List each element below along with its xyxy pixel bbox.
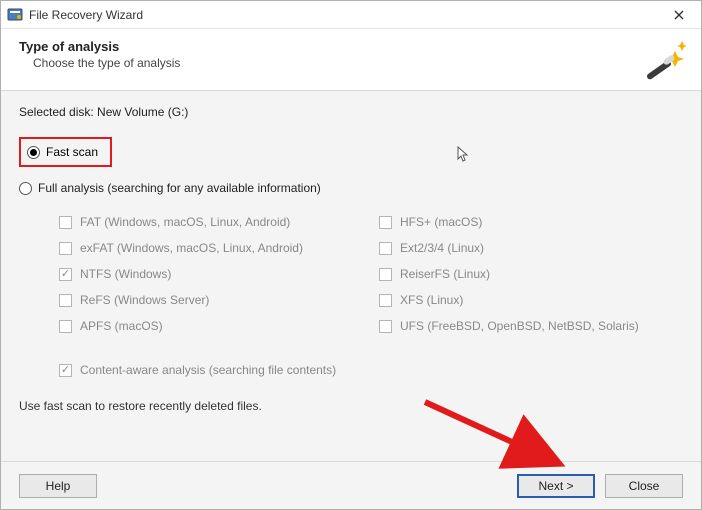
full-analysis-radio[interactable] xyxy=(19,182,32,195)
window-close-button[interactable] xyxy=(657,1,701,29)
mouse-cursor-icon xyxy=(456,146,472,162)
fast-scan-highlight: Fast scan xyxy=(19,137,112,167)
checkbox-icon xyxy=(59,268,72,281)
checkbox-icon xyxy=(59,294,72,307)
window-title: File Recovery Wizard xyxy=(29,8,657,22)
fs-apfs: APFS (macOS) xyxy=(59,313,379,339)
next-button[interactable]: Next > xyxy=(517,474,595,498)
checkbox-icon xyxy=(59,242,72,255)
fs-exfat: exFAT (Windows, macOS, Linux, Android) xyxy=(59,235,379,261)
filesystems-col-left: FAT (Windows, macOS, Linux, Android) exF… xyxy=(59,209,379,339)
checkbox-icon xyxy=(59,216,72,229)
fs-hfs: HFS+ (macOS) xyxy=(379,209,639,235)
fast-scan-radio[interactable] xyxy=(27,146,40,159)
wizard-wand-icon xyxy=(639,37,687,85)
checkbox-icon xyxy=(59,364,72,377)
checkbox-icon xyxy=(379,268,392,281)
checkbox-icon xyxy=(379,242,392,255)
filesystems-col-right: HFS+ (macOS) Ext2/3/4 (Linux) ReiserFS (… xyxy=(379,209,639,339)
content-aware-label: Content-aware analysis (searching file c… xyxy=(80,363,336,377)
close-button[interactable]: Close xyxy=(605,474,683,498)
content-aware-option: Content-aware analysis (searching file c… xyxy=(59,363,683,377)
fs-ext: Ext2/3/4 (Linux) xyxy=(379,235,639,261)
titlebar: File Recovery Wizard xyxy=(1,1,701,29)
app-icon xyxy=(7,7,23,23)
checkbox-icon xyxy=(379,294,392,307)
selected-disk-label: Selected disk: New Volume (G:) xyxy=(19,105,683,119)
page-title: Type of analysis xyxy=(19,39,683,54)
fs-ufs: UFS (FreeBSD, OpenBSD, NetBSD, Solaris) xyxy=(379,313,639,339)
wizard-footer: Help Next > Close xyxy=(1,461,701,509)
fs-refs: ReFS (Windows Server) xyxy=(59,287,379,313)
page-subtitle: Choose the type of analysis xyxy=(33,56,683,70)
fast-scan-label[interactable]: Fast scan xyxy=(46,145,98,159)
hint-text: Use fast scan to restore recently delete… xyxy=(19,399,683,413)
fs-fat: FAT (Windows, macOS, Linux, Android) xyxy=(59,209,379,235)
full-analysis-option[interactable]: Full analysis (searching for any availab… xyxy=(19,181,683,195)
fs-xfs: XFS (Linux) xyxy=(379,287,639,313)
checkbox-icon xyxy=(379,320,392,333)
wizard-header: Type of analysis Choose the type of anal… xyxy=(1,29,701,91)
wizard-body: Selected disk: New Volume (G:) Fast scan… xyxy=(1,91,701,461)
wizard-window: File Recovery Wizard Type of analysis Ch… xyxy=(0,0,702,510)
fs-reiserfs: ReiserFS (Linux) xyxy=(379,261,639,287)
checkbox-icon xyxy=(379,216,392,229)
fs-ntfs: NTFS (Windows) xyxy=(59,261,379,287)
full-analysis-label: Full analysis (searching for any availab… xyxy=(38,181,321,195)
filesystems-grid: FAT (Windows, macOS, Linux, Android) exF… xyxy=(59,209,683,339)
checkbox-icon xyxy=(59,320,72,333)
help-button[interactable]: Help xyxy=(19,474,97,498)
